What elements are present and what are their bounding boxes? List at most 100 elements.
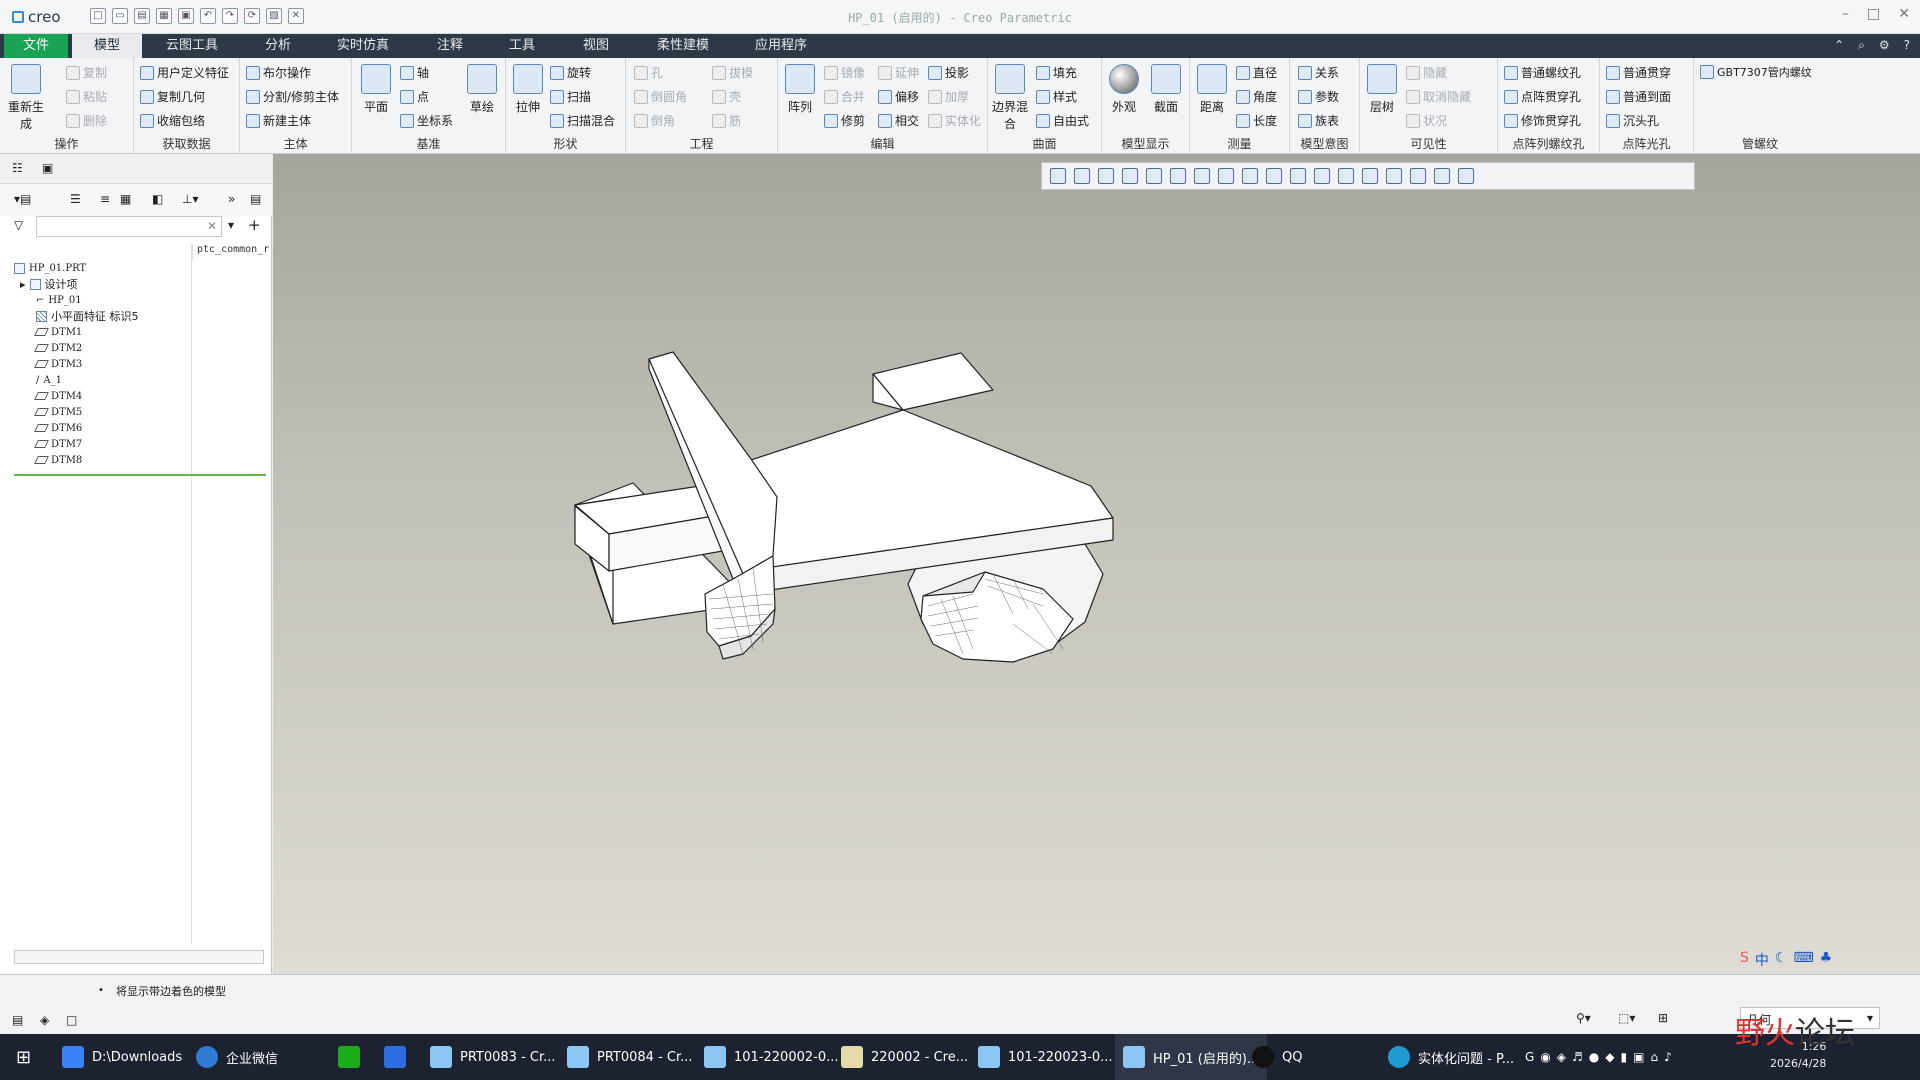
selection-box-icon[interactable]: ⬚▾ <box>1618 1011 1635 1025</box>
sweep-button[interactable]: 扫描 <box>550 88 591 105</box>
new-body-button[interactable]: 新建主体 <box>246 112 311 129</box>
search-dropdown-icon[interactable]: ▾ <box>228 218 234 232</box>
round-button[interactable]: 倒圆角 <box>634 88 687 105</box>
offset-button[interactable]: 偏移 <box>878 88 919 105</box>
tree-options-icon[interactable]: ▤ <box>250 192 261 206</box>
trim-button[interactable]: 修剪 <box>824 112 865 129</box>
length-button[interactable]: 长度 <box>1236 112 1277 129</box>
unhide-button[interactable]: 取消隐藏 <box>1406 88 1471 105</box>
tab-file[interactable]: 文件 <box>4 34 68 58</box>
tree-item-facet-feature[interactable]: 小平面特征 标识5 <box>36 308 139 324</box>
sogou-icon[interactable]: S <box>1740 950 1749 970</box>
threaded-hole-button[interactable]: 普通螺纹孔 <box>1504 64 1581 81</box>
draft-button[interactable]: 拔模 <box>712 64 753 81</box>
parameters-button[interactable]: 参数 <box>1298 88 1339 105</box>
tab-applications[interactable]: 应用程序 <box>744 34 818 58</box>
csys-button[interactable]: 坐标系 <box>400 112 453 129</box>
start-button[interactable]: ⊞ <box>16 1034 31 1080</box>
copy-geometry-button[interactable]: 复制几何 <box>140 88 205 105</box>
tree-item-dtm6[interactable]: DTM6 <box>34 420 82 436</box>
tree-columns-icon[interactable]: ☰ <box>70 192 81 206</box>
plain-through-button[interactable]: 普通贯穿 <box>1606 64 1671 81</box>
tray-icon[interactable]: ◆ <box>1605 1050 1614 1064</box>
counterbore-button[interactable]: 沉头孔 <box>1606 112 1659 129</box>
hole-button[interactable]: 孔 <box>634 64 663 81</box>
ime-chinese-icon[interactable]: 中 <box>1755 950 1769 970</box>
taskbar-app[interactable] <box>384 1034 406 1080</box>
plain-to-face-button[interactable]: 普通到面 <box>1606 88 1671 105</box>
taskbar-item[interactable]: PRT0084 - Cr... <box>567 1034 693 1080</box>
folder-browser-tab-icon[interactable]: ▣ <box>42 161 53 175</box>
rib-button[interactable]: 筋 <box>712 112 741 129</box>
angle-button[interactable]: 角度 <box>1236 88 1277 105</box>
boolean-button[interactable]: 布尔操作 <box>246 64 311 81</box>
family-table-button[interactable]: 族表 <box>1298 112 1339 129</box>
point-through-hole-button[interactable]: 点阵贯穿孔 <box>1504 88 1581 105</box>
layer-tree-button[interactable]: 层树 <box>1362 64 1402 115</box>
taskbar-item[interactable]: PRT0083 - Cr... <box>430 1034 556 1080</box>
point-button[interactable]: 点 <box>400 88 429 105</box>
split-body-button[interactable]: 分割/修剪主体 <box>246 88 339 105</box>
collapse-ribbon-icon[interactable]: ⌃ <box>1834 38 1844 53</box>
highlight-icon[interactable]: ◧ <box>152 192 163 206</box>
insert-here-marker[interactable] <box>14 474 266 476</box>
search-icon[interactable]: ⌕ <box>1858 38 1865 53</box>
pattern-button[interactable]: 阵列 <box>780 64 820 115</box>
appearance-button[interactable]: 外观 <box>1104 64 1144 115</box>
taskbar-item-active[interactable]: HP_01 (启用的)... <box>1115 1034 1268 1080</box>
settings-icon[interactable]: ⚙ <box>1879 38 1890 53</box>
tab-analysis[interactable]: 分析 <box>248 34 308 58</box>
shell-button[interactable]: 壳 <box>712 88 741 105</box>
tray-icon[interactable]: ● <box>1589 1050 1599 1064</box>
find-icon[interactable]: ⚲▾ <box>1576 1011 1591 1025</box>
taskbar-item[interactable]: 101-220002-0... <box>704 1034 839 1080</box>
tray-icon[interactable]: ▣ <box>1633 1050 1644 1064</box>
tray-icon[interactable]: ◈ <box>1557 1050 1566 1064</box>
smart-select-icon[interactable]: ⊞ <box>1658 1011 1668 1025</box>
delete-button[interactable]: 删除 <box>66 112 107 129</box>
network-icon[interactable]: ⌂ <box>1650 1050 1658 1064</box>
tree-item-dtm8[interactable]: DTM8 <box>34 452 82 468</box>
tree-item-csys[interactable]: ⌐ HP_01 <box>36 292 82 308</box>
minimize-icon[interactable]: – <box>1842 6 1849 22</box>
tree-item-dtm5[interactable]: DTM5 <box>34 404 82 420</box>
solidify-button[interactable]: 实体化 <box>928 112 981 129</box>
axis-button[interactable]: 轴 <box>400 64 429 81</box>
fill-button[interactable]: 填充 <box>1036 64 1077 81</box>
tree-filter-icon[interactable]: ⊥▾ <box>182 192 198 206</box>
tree-table-icon[interactable]: ▦ <box>120 192 131 206</box>
extrude-button[interactable]: 拉伸 <box>508 64 548 115</box>
status-button[interactable]: 状况 <box>1406 112 1447 129</box>
taskbar-item[interactable]: 101-220023-0... <box>978 1034 1113 1080</box>
distance-button[interactable]: 距离 <box>1192 64 1232 115</box>
tree-item-design-items[interactable]: ▸ 设计项 <box>20 276 78 292</box>
volume-icon[interactable]: ♪ <box>1664 1050 1672 1064</box>
style-button[interactable]: 样式 <box>1036 88 1077 105</box>
freestyle-button[interactable]: 自由式 <box>1036 112 1089 129</box>
clear-search-icon[interactable]: ✕ <box>207 219 217 233</box>
tab-annotate[interactable]: 注释 <box>420 34 480 58</box>
swept-blend-button[interactable]: 扫描混合 <box>550 112 615 129</box>
model-tree-tab-icon[interactable]: ☷ <box>12 161 23 175</box>
fullscreen-icon[interactable]: □ <box>66 1013 77 1027</box>
taskbar-item[interactable]: D:\Downloads <box>62 1034 182 1080</box>
close-icon[interactable]: ✕ <box>1898 6 1910 22</box>
merge-button[interactable]: 合并 <box>824 88 865 105</box>
tray-icon[interactable]: ◉ <box>1540 1050 1550 1064</box>
tree-horizontal-scrollbar[interactable] <box>14 950 264 964</box>
help-icon[interactable]: ? <box>1904 38 1910 53</box>
ime-keyboard-icon[interactable]: ⌨ <box>1793 950 1813 970</box>
diameter-button[interactable]: 直径 <box>1236 64 1277 81</box>
paste-button[interactable]: 粘贴 <box>66 88 107 105</box>
taskbar-item[interactable]: 220002 - Cre... <box>841 1034 968 1080</box>
taskbar-item[interactable]: 企业微信 <box>196 1034 278 1080</box>
shrinkwrap-button[interactable]: 收缩包络 <box>140 112 205 129</box>
sketch-button[interactable]: 草绘 <box>462 64 502 115</box>
copy-button[interactable]: 复制 <box>66 64 107 81</box>
boundary-blend-button[interactable]: 边界混合 <box>990 64 1030 132</box>
tray-icon[interactable]: ♬ <box>1572 1050 1583 1064</box>
maximize-icon[interactable]: □ <box>1867 6 1880 22</box>
udf-button[interactable]: 用户定义特征 <box>140 64 229 81</box>
tab-tools[interactable]: 工具 <box>492 34 552 58</box>
chamfer-button[interactable]: 倒角 <box>634 112 675 129</box>
